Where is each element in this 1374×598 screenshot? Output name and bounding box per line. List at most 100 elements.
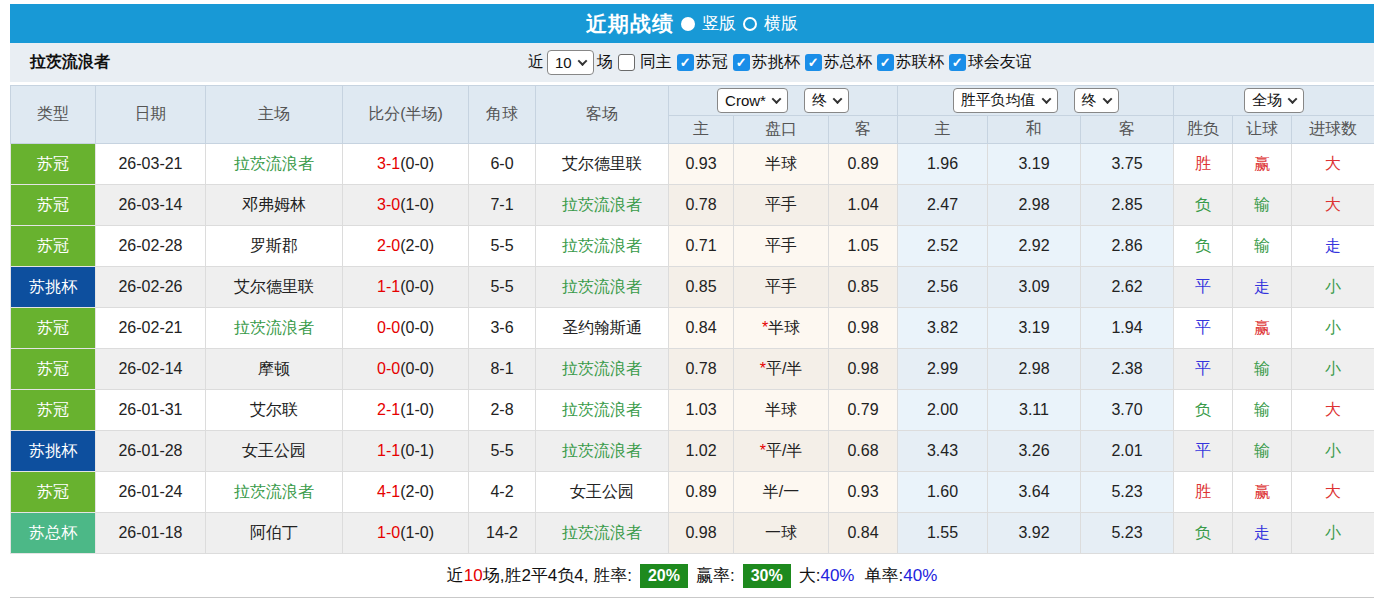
avg-draw: 3.92: [988, 513, 1081, 554]
away-team[interactable]: 拉茨流浪者: [536, 349, 669, 390]
handicap-result-cell: 输: [1233, 349, 1292, 390]
same-home-checkbox[interactable]: [618, 54, 635, 71]
league-checkbox-0[interactable]: ✓: [677, 54, 694, 71]
corners-value: 5-5: [469, 431, 536, 472]
handicap-cell: 半球: [734, 390, 829, 431]
col-header-avg-draw: 和: [988, 116, 1081, 144]
scope-select[interactable]: 全场: [1244, 88, 1304, 113]
table-row: 苏冠 26-01-24 拉茨流浪者 4-1(2-0) 4-2 女王公园 0.89…: [11, 472, 1374, 513]
recent-count-select[interactable]: 10: [547, 50, 594, 75]
big-label: 大:: [799, 564, 821, 587]
home-team[interactable]: 拉茨流浪者: [206, 144, 343, 185]
league-checkbox-1[interactable]: ✓: [733, 54, 750, 71]
vertical-layout-label[interactable]: 竖版: [702, 12, 736, 35]
avg-time-select[interactable]: 终: [1074, 88, 1119, 113]
avg-home: 2.00: [898, 390, 988, 431]
away-team[interactable]: 艾尔德里联: [536, 144, 669, 185]
home-team[interactable]: 艾尔德里联: [206, 267, 343, 308]
away-team[interactable]: 拉茨流浪者: [536, 431, 669, 472]
score-cell: 0-0(0-0): [343, 349, 469, 390]
away-team[interactable]: 拉茨流浪者: [536, 226, 669, 267]
away-team[interactable]: 拉茨流浪者: [536, 185, 669, 226]
goals-cell: 大: [1292, 185, 1374, 226]
away-team[interactable]: 拉茨流浪者: [536, 513, 669, 554]
filter-bar: 拉茨流浪者 近 10 场 同主 ✓ 苏冠 ✓ 苏挑杯 ✓ 苏总杯 ✓ 苏联杯 ✓…: [10, 43, 1374, 82]
match-type-badge: 苏总杯: [11, 513, 96, 554]
handicap-cell: 平手: [734, 267, 829, 308]
home-team[interactable]: 邓弗姆林: [206, 185, 343, 226]
match-date: 26-02-14: [96, 349, 206, 390]
league-label-4: 球会友谊: [968, 52, 1032, 73]
goals-cell: 小: [1292, 513, 1374, 554]
home-team[interactable]: 女王公园: [206, 431, 343, 472]
handicap-result-cell: 赢: [1233, 308, 1292, 349]
match-type-badge: 苏冠: [11, 144, 96, 185]
league-checkbox-4[interactable]: ✓: [949, 54, 966, 71]
handicap-cell: *平/半: [734, 349, 829, 390]
home-team[interactable]: 阿伯丁: [206, 513, 343, 554]
results-header-bar: 近期战绩 竖版 横版: [10, 4, 1374, 43]
avg-away: 1.94: [1081, 308, 1174, 349]
horizontal-layout-label[interactable]: 横版: [764, 12, 798, 35]
avg-away: 3.75: [1081, 144, 1174, 185]
avg-home: 2.99: [898, 349, 988, 390]
avg-home: 1.55: [898, 513, 988, 554]
score-cell: 4-1(2-0): [343, 472, 469, 513]
home-team[interactable]: 拉茨流浪者: [206, 308, 343, 349]
horizontal-layout-radio[interactable]: [743, 17, 757, 31]
league-checkbox-2[interactable]: ✓: [805, 54, 822, 71]
col-header-result: 胜负: [1174, 116, 1233, 144]
odds-away: 1.04: [829, 185, 898, 226]
home-team[interactable]: 摩顿: [206, 349, 343, 390]
summary-count: 10: [464, 566, 483, 586]
league-label-2: 苏总杯: [824, 52, 872, 73]
result-cell: 平: [1174, 349, 1233, 390]
summary-mid: 场,胜2平4负4, 胜率:: [483, 564, 632, 587]
goals-cell: 小: [1292, 431, 1374, 472]
result-group-header: 全场: [1174, 86, 1374, 116]
handicap-result-cell: 输: [1233, 390, 1292, 431]
vertical-layout-radio[interactable]: [681, 17, 695, 31]
odds-away: 0.79: [829, 390, 898, 431]
odds-time-select[interactable]: 终: [804, 88, 849, 113]
handicap-result-cell: 输: [1233, 185, 1292, 226]
avg-away: 2.62: [1081, 267, 1174, 308]
away-team[interactable]: 拉茨流浪者: [536, 267, 669, 308]
match-date: 26-03-14: [96, 185, 206, 226]
goals-cell: 走: [1292, 226, 1374, 267]
chevron-down-icon: [577, 56, 587, 66]
handicap-result-cell: 赢: [1233, 472, 1292, 513]
avg-away: 2.38: [1081, 349, 1174, 390]
away-team[interactable]: 圣约翰斯通: [536, 308, 669, 349]
handicap-cell: 半/一: [734, 472, 829, 513]
table-row: 苏挑杯 26-01-28 女王公园 1-1(0-1) 5-5 拉茨流浪者 1.0…: [11, 431, 1374, 472]
match-type-badge: 苏冠: [11, 472, 96, 513]
home-team[interactable]: 艾尔联: [206, 390, 343, 431]
table-row: 苏冠 26-02-21 拉茨流浪者 0-0(0-0) 3-6 圣约翰斯通 0.8…: [11, 308, 1374, 349]
handicap-result-cell: 输: [1233, 431, 1292, 472]
odds-home: 0.84: [669, 308, 734, 349]
handicap-cell: 半球: [734, 144, 829, 185]
page-title: 近期战绩: [586, 10, 674, 38]
chevron-down-icon: [1041, 94, 1051, 104]
avg-group-header: 胜平负均值 终: [898, 86, 1174, 116]
bookmaker-select[interactable]: Crow*: [717, 88, 788, 113]
col-header-handicap: 盘口: [734, 116, 829, 144]
handicap-cell: *平/半: [734, 431, 829, 472]
table-row: 苏冠 26-03-21 拉茨流浪者 3-1(0-0) 6-0 艾尔德里联 0.9…: [11, 144, 1374, 185]
col-header-avg-away: 客: [1081, 116, 1174, 144]
avg-select[interactable]: 胜平负均值: [953, 88, 1058, 113]
col-header-goals: 进球数: [1292, 116, 1374, 144]
result-cell: 负: [1174, 390, 1233, 431]
win-rate-badge: 20%: [640, 564, 688, 588]
result-cell: 胜: [1174, 472, 1233, 513]
away-team[interactable]: 女王公园: [536, 472, 669, 513]
avg-away: 2.85: [1081, 185, 1174, 226]
home-team[interactable]: 拉茨流浪者: [206, 472, 343, 513]
league-checkbox-3[interactable]: ✓: [877, 54, 894, 71]
away-team[interactable]: 拉茨流浪者: [536, 390, 669, 431]
filter-controls: 近 10 场 同主 ✓ 苏冠 ✓ 苏挑杯 ✓ 苏总杯 ✓ 苏联杯 ✓ 球会友谊: [528, 50, 1032, 75]
col-header-home: 主场: [206, 86, 343, 144]
home-team[interactable]: 罗斯郡: [206, 226, 343, 267]
match-type-badge: 苏冠: [11, 185, 96, 226]
